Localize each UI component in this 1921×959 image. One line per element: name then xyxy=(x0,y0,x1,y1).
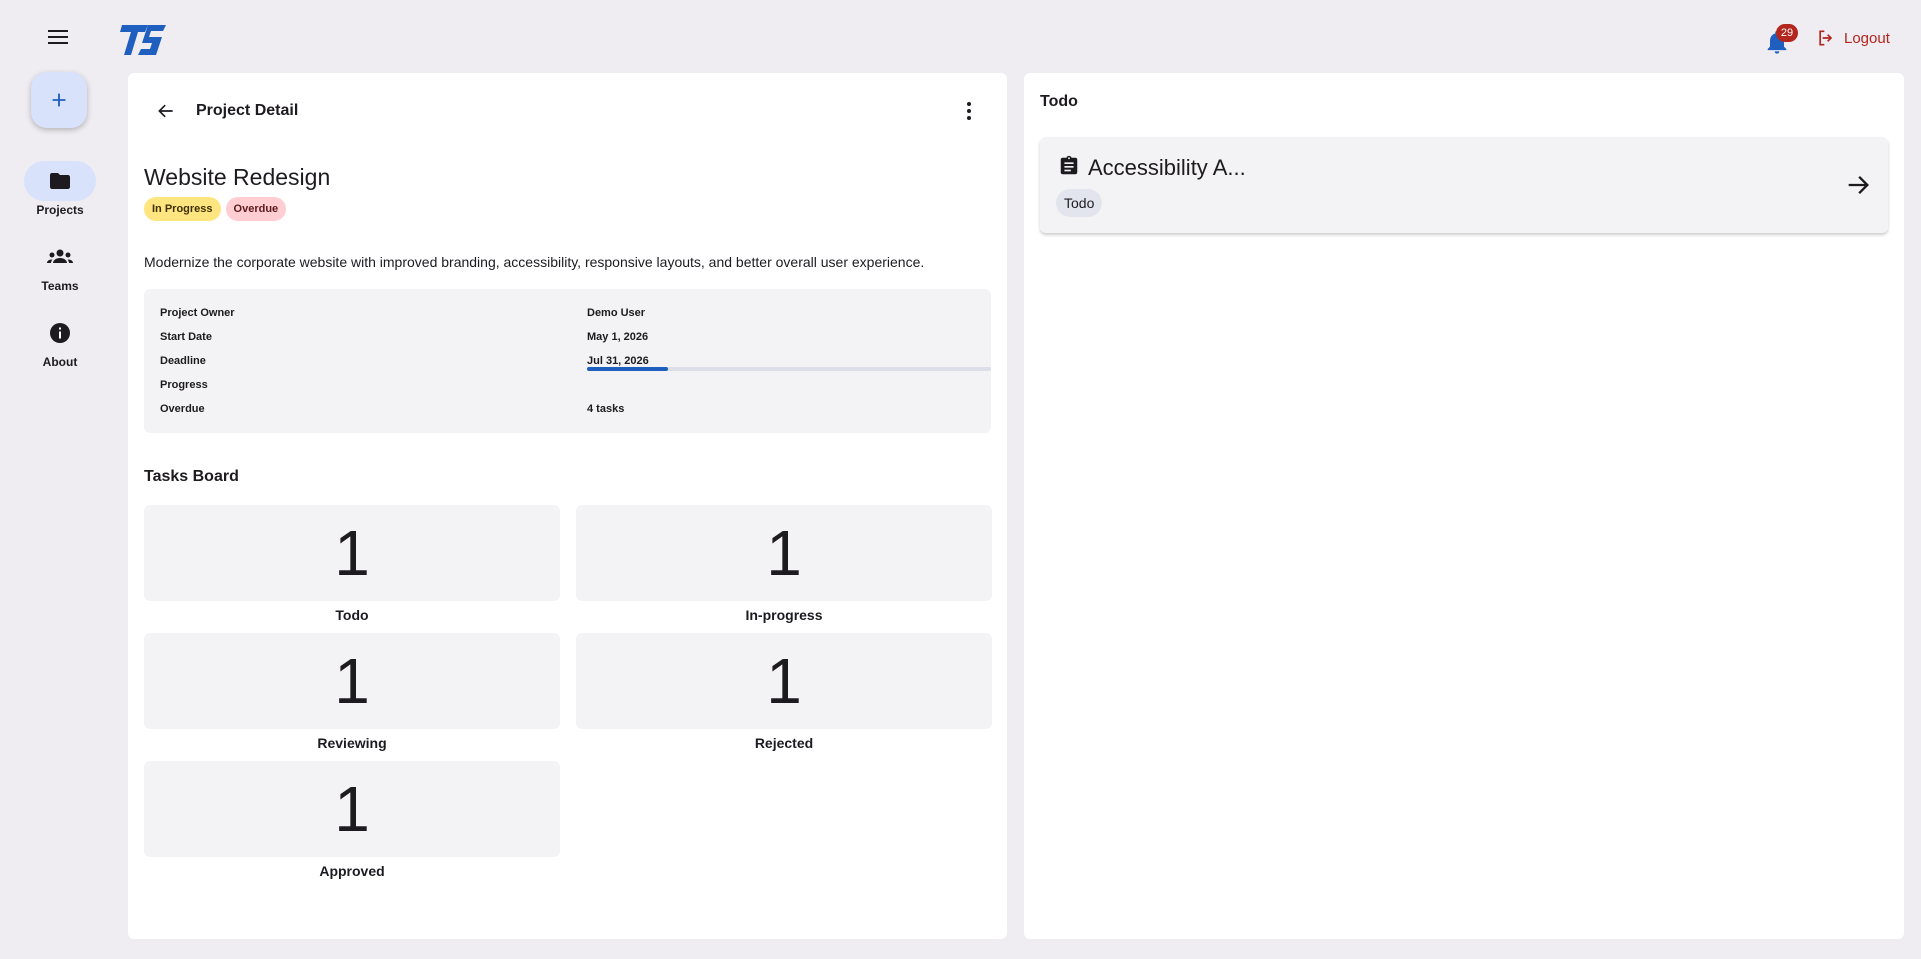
task-column-approved: 1 Approved xyxy=(144,761,560,879)
task-count-label: Approved xyxy=(319,863,385,879)
groups-icon xyxy=(47,249,73,263)
task-count-label: Todo xyxy=(335,607,369,623)
progress-bar-fill xyxy=(587,367,668,371)
status-badge-overdue: Overdue xyxy=(225,197,287,221)
info-label: Progress xyxy=(160,379,208,391)
info-value: 4 tasks xyxy=(587,403,625,415)
logout-icon xyxy=(1819,30,1833,46)
app-logo[interactable] xyxy=(120,23,168,57)
rail-item-teams[interactable]: Teams xyxy=(0,237,120,293)
task-name: Accessibility A... xyxy=(1088,155,1246,180)
task-count-card[interactable]: 1 xyxy=(144,633,560,729)
info-label: Deadline xyxy=(160,355,206,367)
info-value: May 1, 2026 xyxy=(587,331,649,343)
task-column-reviewing: 1 Reviewing xyxy=(144,633,560,751)
task-count-card[interactable]: 1 xyxy=(576,505,992,601)
rail-icon-container xyxy=(24,237,96,277)
info-icon xyxy=(50,323,70,343)
info-row-overdue: Overdue 4 tasks xyxy=(160,399,975,419)
status-badge-in-progress: In Progress xyxy=(144,197,221,221)
rail-item-about[interactable]: About xyxy=(0,313,120,369)
info-row-progress: Progress xyxy=(160,367,991,395)
more-options-button[interactable] xyxy=(951,93,987,129)
task-count-card[interactable]: 1 xyxy=(144,505,560,601)
folder-icon xyxy=(50,173,70,189)
task-status-chip: Todo xyxy=(1056,189,1103,217)
tasks-board-title: Tasks Board xyxy=(144,468,239,485)
logo-icon xyxy=(120,25,166,55)
info-label: Overdue xyxy=(160,403,205,415)
more-vert-icon xyxy=(967,102,971,120)
rail-label-teams: Teams xyxy=(41,279,79,293)
task-column-rejected: 1 Rejected xyxy=(576,633,992,751)
rail-label-projects: Projects xyxy=(36,203,84,217)
page-title: Project Detail xyxy=(196,102,299,119)
task-card[interactable]: Accessibility A... Todo xyxy=(1040,137,1888,233)
status-chips: In Progress Overdue xyxy=(144,197,287,221)
rail-label-about: About xyxy=(42,355,78,369)
info-label: Project Owner xyxy=(160,307,235,319)
logout-button[interactable]: Logout xyxy=(1816,28,1890,48)
rail-icon-container xyxy=(24,313,96,353)
clipboard-icon xyxy=(1060,155,1078,175)
progress-bar xyxy=(587,367,991,371)
project-info-card: Project Owner Demo User Start Date May 1… xyxy=(144,289,991,433)
task-count-card[interactable]: 1 xyxy=(576,633,992,729)
info-row-owner: Project Owner Demo User xyxy=(160,303,975,323)
info-value: Demo User xyxy=(587,307,646,319)
back-button[interactable] xyxy=(148,93,184,129)
project-detail-header: Project Detail xyxy=(148,93,987,129)
info-value: Jul 31, 2026 xyxy=(587,355,649,367)
arrow-back-icon xyxy=(158,104,173,118)
todo-panel: Todo Accessibility A... Todo xyxy=(1024,73,1904,939)
rail-item-projects[interactable]: Projects xyxy=(0,161,120,217)
info-label: Start Date xyxy=(160,331,212,343)
task-count-label: In-progress xyxy=(745,607,823,623)
task-column-todo: 1 Todo xyxy=(144,505,560,623)
rail-icon-container xyxy=(24,161,96,201)
todo-panel-title: Todo xyxy=(1040,93,1078,110)
plus-icon xyxy=(52,93,66,107)
logout-label: Logout xyxy=(1844,29,1890,47)
menu-button[interactable] xyxy=(44,26,72,54)
add-button[interactable] xyxy=(31,72,87,128)
notification-count-badge: 29 xyxy=(1776,24,1798,42)
top-app-bar: 29 Logout xyxy=(0,0,1921,72)
arrow-forward-icon[interactable] xyxy=(1844,171,1872,199)
info-row-start-date: Start Date May 1, 2026 xyxy=(160,327,975,347)
project-name: Website Redesign xyxy=(144,164,331,190)
project-description: Modernize the corporate website with imp… xyxy=(144,254,925,270)
project-detail-panel: Project Detail Website Redesign In Progr… xyxy=(128,73,1007,939)
task-count-label: Reviewing xyxy=(317,735,387,751)
task-count-card[interactable]: 1 xyxy=(144,761,560,857)
task-count-label: Rejected xyxy=(754,735,814,751)
task-column-in-progress: 1 In-progress xyxy=(576,505,992,623)
